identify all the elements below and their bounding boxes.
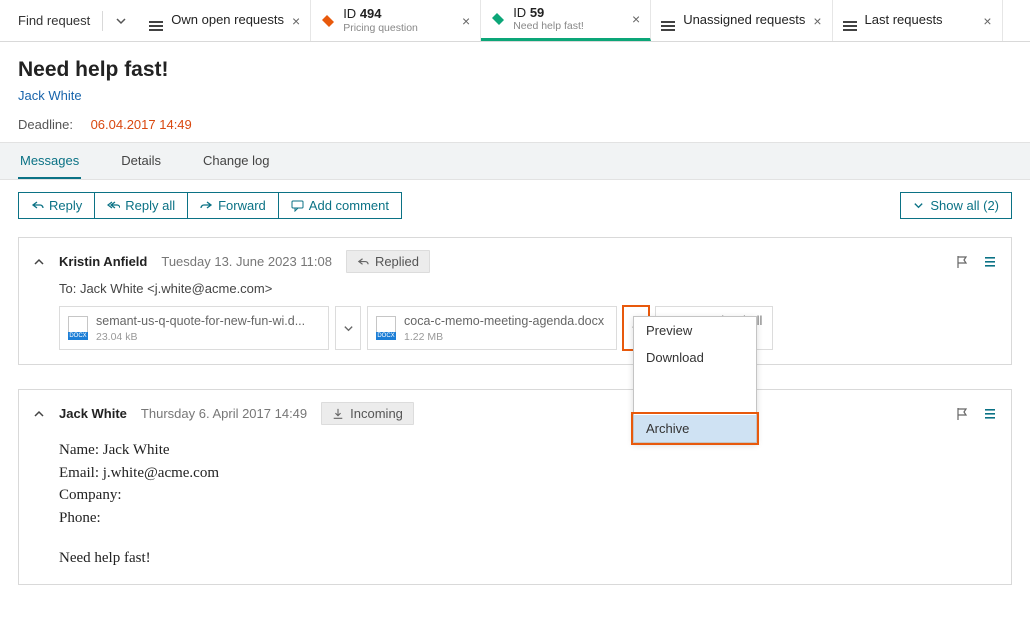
body-line: Phone:: [59, 507, 997, 530]
tag-icon: [491, 12, 505, 26]
menu-item-archive[interactable]: Archive: [634, 415, 756, 442]
subtab-bar: Messages Details Change log: [0, 142, 1030, 180]
menu-item-download[interactable]: Download: [634, 344, 756, 371]
reply-icon: [357, 256, 369, 268]
attachment-item[interactable]: semant-us-q-quote-for-new-fun-wi.d... 23…: [59, 306, 329, 350]
attachment-dropdown: Preview Download Archive: [633, 316, 757, 443]
requester-link[interactable]: Jack White: [18, 88, 1012, 103]
tab-last-requests[interactable]: Last requests ×: [833, 0, 1003, 41]
forward-icon: [200, 199, 213, 212]
attachment-menu-button[interactable]: [335, 306, 361, 350]
tab-label: Unassigned requests: [683, 13, 805, 28]
message-sender: Jack White: [59, 406, 127, 421]
tab-unassigned-requests[interactable]: Unassigned requests ×: [651, 0, 832, 41]
close-icon[interactable]: ×: [462, 13, 470, 29]
subtab-changelog[interactable]: Change log: [201, 143, 272, 179]
chevron-down-icon: [343, 323, 354, 334]
docx-icon: [68, 316, 88, 340]
deadline-label: Deadline:: [18, 117, 73, 132]
body-line: Company:: [59, 484, 997, 507]
message-date: Thursday 6. April 2017 14:49: [141, 406, 307, 421]
attachment-size: 23.04 kB: [96, 331, 137, 343]
close-icon[interactable]: ×: [813, 13, 821, 29]
body-line: Need help fast!: [59, 547, 997, 570]
list-icon: [661, 19, 675, 23]
close-icon[interactable]: ×: [292, 13, 300, 29]
subtab-messages[interactable]: Messages: [18, 143, 81, 179]
tab-own-open-requests[interactable]: Own open requests ×: [139, 0, 311, 41]
reply-icon: [31, 199, 44, 212]
tab-id-494[interactable]: ID 494 Pricing question ×: [311, 0, 481, 41]
list-icon: [843, 19, 857, 23]
forward-button[interactable]: Forward: [188, 193, 279, 218]
message-actions: [955, 407, 997, 421]
attachment-meta: coca-c-memo-meeting-agenda.docx 1.22 MB: [404, 313, 604, 343]
menu-item-preview[interactable]: Preview: [634, 317, 756, 344]
more-icon[interactable]: [983, 255, 997, 269]
message-header: Kristin Anfield Tuesday 13. June 2023 11…: [33, 250, 997, 273]
tab-bar: Find request Own open requests × ID 494 …: [0, 0, 1030, 42]
more-icon[interactable]: [983, 407, 997, 421]
close-icon[interactable]: ×: [983, 13, 991, 29]
message-toolbar: Reply Reply all Forward Add comment Show…: [0, 180, 1030, 227]
find-request[interactable]: Find request: [0, 0, 139, 41]
docx-icon: [376, 316, 396, 340]
attachment-item[interactable]: coca-c-memo-meeting-agenda.docx 1.22 MB: [367, 306, 617, 350]
reply-all-icon: [107, 199, 120, 212]
page-title: Need help fast!: [18, 58, 1012, 82]
tab-label: Last requests: [865, 13, 943, 28]
tab-label: ID 494 Pricing question: [343, 7, 418, 34]
attachment-name: coca-c-memo-meeting-agenda.docx: [404, 314, 604, 328]
list-icon: [149, 19, 163, 23]
message-to: To: Jack White <j.white@acme.com>: [59, 281, 997, 296]
body-line: Name: Jack White: [59, 439, 997, 462]
collapse-icon[interactable]: [33, 256, 45, 268]
tab-id-59[interactable]: ID 59 Need help fast! ×: [481, 0, 651, 41]
add-comment-button[interactable]: Add comment: [279, 193, 401, 218]
status-badge: Incoming: [321, 402, 414, 425]
message-date: Tuesday 13. June 2023 11:08: [161, 254, 332, 269]
message-body: Name: Jack White Email: j.white@acme.com…: [59, 439, 997, 570]
messages-list: Kristin Anfield Tuesday 13. June 2023 11…: [0, 227, 1030, 619]
message-header: Jack White Thursday 6. April 2017 14:49 …: [33, 402, 997, 425]
find-request-label: Find request: [18, 13, 90, 28]
deadline-value: 06.04.2017 14:49: [91, 117, 192, 132]
show-all-button[interactable]: Show all (2): [900, 192, 1012, 219]
status-badge: Replied: [346, 250, 430, 273]
chevron-down-icon[interactable]: [115, 15, 127, 27]
reply-button[interactable]: Reply: [19, 193, 95, 218]
incoming-icon: [332, 408, 344, 420]
message-sender: Kristin Anfield: [59, 254, 147, 269]
flag-icon[interactable]: [955, 407, 969, 421]
message-actions: [955, 255, 997, 269]
body-line: Email: j.white@acme.com: [59, 462, 997, 485]
message-item: Kristin Anfield Tuesday 13. June 2023 11…: [18, 237, 1012, 365]
action-button-group: Reply Reply all Forward Add comment: [18, 192, 402, 219]
tag-icon: [321, 14, 335, 28]
deadline-row: Deadline: 06.04.2017 14:49: [18, 117, 1012, 132]
attachment-name: semant-us-q-quote-for-new-fun-wi.d...: [96, 314, 305, 328]
comment-icon: [291, 199, 304, 212]
chevron-down-icon: [913, 200, 924, 211]
collapse-icon[interactable]: [33, 408, 45, 420]
close-icon[interactable]: ×: [632, 11, 640, 27]
attachment-row: semant-us-q-quote-for-new-fun-wi.d... 23…: [59, 306, 997, 350]
tab-label: ID 59 Need help fast!: [513, 6, 584, 33]
attachment-size: 1.22 MB: [404, 331, 443, 343]
tab-label: Own open requests: [171, 13, 284, 28]
message-item: Jack White Thursday 6. April 2017 14:49 …: [18, 389, 1012, 585]
flag-icon[interactable]: [955, 255, 969, 269]
request-header: Need help fast! Jack White Deadline: 06.…: [0, 42, 1030, 142]
subtab-details[interactable]: Details: [119, 143, 163, 179]
attachment-meta: semant-us-q-quote-for-new-fun-wi.d... 23…: [96, 313, 305, 343]
separator: [102, 11, 103, 31]
reply-all-button[interactable]: Reply all: [95, 193, 188, 218]
